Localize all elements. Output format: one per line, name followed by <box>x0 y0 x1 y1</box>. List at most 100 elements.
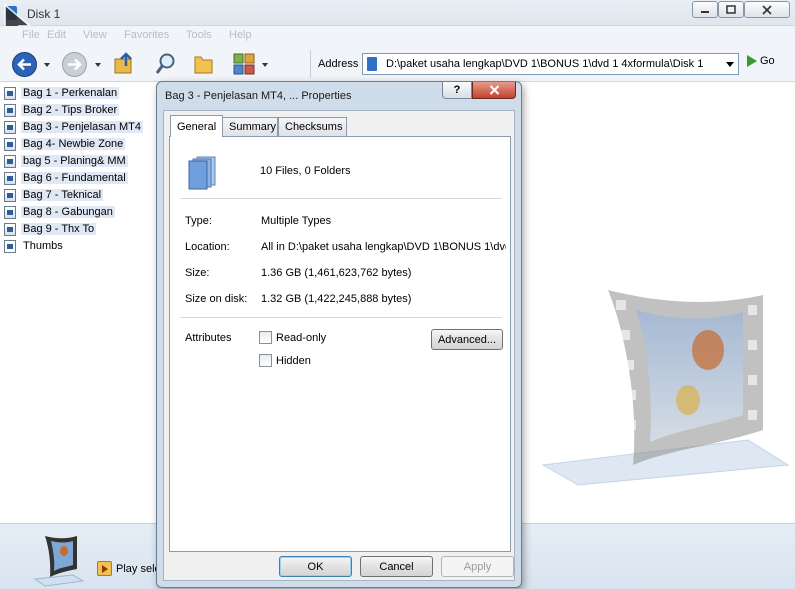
menu-favorites[interactable]: Favorites <box>124 29 169 41</box>
dialog-title: Bag 3 - Penjelasan MT4, ... Properties <box>165 90 352 102</box>
hidden-checkbox[interactable] <box>259 354 272 367</box>
tab-label: Checksums <box>285 121 343 133</box>
properties-dialog: Bag 3 - Penjelasan MT4, ... Properties ?… <box>156 81 522 588</box>
folders-icon[interactable] <box>192 52 216 76</box>
ok-button[interactable]: OK <box>279 556 352 577</box>
dialog-body: General Summary Checksums 10 Files, 0 Fo… <box>163 110 515 581</box>
file-name: Bag 2 - Tips Broker <box>21 104 120 116</box>
file-icon <box>4 188 16 202</box>
cancel-button[interactable]: Cancel <box>360 556 433 577</box>
go-button[interactable]: Go <box>747 55 775 67</box>
help-button[interactable]: ? <box>442 82 472 99</box>
forward-arrow-icon[interactable] <box>61 51 88 78</box>
address-label: Address <box>318 58 359 70</box>
minimize-button[interactable] <box>692 1 718 18</box>
advanced-button[interactable]: Advanced... <box>431 329 503 350</box>
multiple-files-icon <box>188 156 216 190</box>
apply-button[interactable]: Apply <box>441 556 514 577</box>
address-path[interactable]: D:\paket usaha lengkap\DVD 1\BONUS 1\dvd… <box>386 58 716 70</box>
address-dropdown-button[interactable] <box>720 54 739 74</box>
back-arrow-icon[interactable] <box>11 51 38 78</box>
file-name: Bag 3 - Penjelasan MT4 <box>21 121 144 133</box>
window-titlebar: Disk 1 <box>0 0 795 43</box>
play-icon[interactable] <box>97 561 112 576</box>
close-button[interactable] <box>744 1 790 18</box>
file-icon <box>4 120 16 134</box>
attributes-label: Attributes <box>185 332 232 344</box>
size-value: 1.36 GB (1,461,623,762 bytes) <box>261 267 412 279</box>
tab-summary[interactable]: Summary <box>222 117 278 136</box>
list-item[interactable]: Bag 1 - Perkenalan <box>4 85 120 101</box>
type-label: Type: <box>185 215 212 227</box>
file-name: Bag 1 - Perkenalan <box>21 87 120 99</box>
drive-folder-icon <box>367 57 377 71</box>
menu-help[interactable]: Help <box>229 29 252 41</box>
list-item[interactable]: Thumbs <box>4 238 65 254</box>
file-name: Bag 6 - Fundamental <box>21 172 128 184</box>
location-value: All in D:\paket usaha lengkap\DVD 1\BONU… <box>261 241 506 253</box>
file-icon <box>4 154 16 168</box>
menu-file[interactable]: File <box>22 29 40 41</box>
readonly-checkbox-row[interactable]: Read-only <box>259 331 326 344</box>
menu-bar: File Edit View Favorites Tools Help <box>0 26 795 46</box>
list-item[interactable]: bag 5 - Planing& MM <box>4 153 128 169</box>
toolbar: Address D:\paket usaha lengkap\DVD 1\BON… <box>0 46 795 82</box>
close-icon <box>489 85 499 95</box>
readonly-checkbox[interactable] <box>259 331 272 344</box>
list-item[interactable]: Bag 6 - Fundamental <box>4 170 128 186</box>
divider <box>180 198 502 199</box>
forward-dropdown-icon[interactable] <box>95 63 101 67</box>
type-value: Multiple Types <box>261 215 332 227</box>
file-name: Bag 7 - Teknical <box>21 189 104 201</box>
divider <box>180 317 502 318</box>
help-icon: ? <box>453 84 461 96</box>
file-name: Bag 4- Newbie Zone <box>21 138 126 150</box>
up-folder-icon[interactable] <box>112 52 136 76</box>
toolbar-separator <box>310 50 311 78</box>
dialog-close-button[interactable] <box>472 82 516 99</box>
views-dropdown-icon[interactable] <box>262 63 268 67</box>
tab-general[interactable]: General <box>170 115 223 137</box>
file-icon <box>4 205 16 219</box>
thumbs-file-icon <box>4 239 16 253</box>
menu-view[interactable]: View <box>83 29 107 41</box>
file-icon <box>4 222 16 236</box>
back-dropdown-icon[interactable] <box>44 63 50 67</box>
tab-label: General <box>177 120 217 133</box>
size-on-disk-value: 1.32 GB (1,422,245,888 bytes) <box>261 293 412 305</box>
menu-edit[interactable]: Edit <box>47 29 66 41</box>
list-item[interactable]: Bag 8 - Gabungan <box>4 204 115 220</box>
go-arrow-icon <box>747 55 757 67</box>
list-item[interactable]: Bag 2 - Tips Broker <box>4 102 120 118</box>
list-item[interactable]: Bag 9 - Thx To <box>4 221 97 237</box>
hidden-label: Hidden <box>276 354 311 367</box>
go-label: Go <box>760 55 775 67</box>
maximize-button[interactable] <box>718 1 744 18</box>
file-icon <box>4 103 16 117</box>
file-name: Thumbs <box>23 240 63 252</box>
list-item[interactable]: Bag 7 - Teknical <box>4 187 104 203</box>
hidden-checkbox-row[interactable]: Hidden <box>259 354 311 367</box>
play-selection-link[interactable]: Play sele <box>116 563 161 575</box>
maximize-icon <box>726 5 736 14</box>
location-label: Location: <box>185 241 230 253</box>
file-name: Bag 8 - Gabungan <box>21 206 115 218</box>
file-name: bag 5 - Planing& MM <box>21 155 128 167</box>
media-center-logo-icon <box>541 290 790 486</box>
size-on-disk-label: Size on disk: <box>185 293 248 305</box>
size-label: Size: <box>185 267 210 279</box>
tab-label: Summary <box>229 121 277 133</box>
tab-checksums[interactable]: Checksums <box>278 117 347 136</box>
list-item[interactable]: Bag 4- Newbie Zone <box>4 136 126 152</box>
search-icon[interactable] <box>154 52 178 76</box>
file-name: Bag 9 - Thx To <box>21 223 97 235</box>
views-icon[interactable] <box>233 53 255 75</box>
close-icon <box>762 4 772 15</box>
minimize-icon <box>701 10 709 13</box>
file-icon <box>4 86 16 100</box>
file-count-summary: 10 Files, 0 Folders <box>260 165 351 177</box>
address-bar[interactable]: D:\paket usaha lengkap\DVD 1\BONUS 1\dvd… <box>362 53 739 75</box>
menu-tools[interactable]: Tools <box>186 29 212 41</box>
list-item[interactable]: Bag 3 - Penjelasan MT4 <box>4 119 144 135</box>
readonly-label: Read-only <box>276 331 327 344</box>
